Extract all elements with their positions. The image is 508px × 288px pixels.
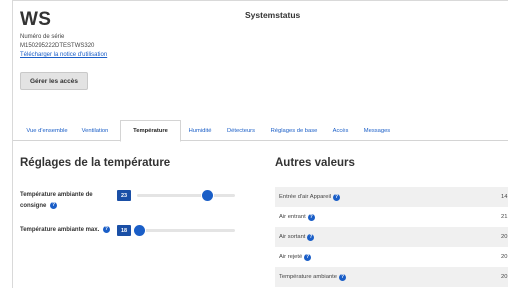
setpoint-label-line2: consigne — [20, 203, 47, 209]
help-icon[interactable]: ? — [307, 233, 315, 241]
row-value: 21 — [501, 214, 508, 220]
other-values-title: Autres valeurs — [275, 157, 355, 169]
manage-access-button[interactable]: Gérer les accès — [20, 72, 88, 90]
help-icon[interactable]: ? — [304, 253, 312, 261]
status-panel: WS Systemstatus Numéro de série M1502952… — [12, 0, 508, 288]
help-icon[interactable]: ? — [50, 201, 58, 209]
temperature-settings-title: Réglages de la température — [20, 157, 171, 169]
row-value: 14 — [501, 194, 508, 200]
serial-number-value: M150295222DTESTWS320 — [20, 43, 95, 49]
page-title: Systemstatus — [245, 10, 301, 20]
row-label: Température ambiante — [279, 274, 337, 280]
serial-number-label: Numéro de série — [20, 34, 65, 40]
row-value: 20 — [501, 274, 508, 280]
row-value: 20 — [501, 234, 508, 240]
max-temp-label: Température ambiante max. ? — [20, 225, 116, 236]
other-value-row: Température ambiante ? 20 — [275, 267, 508, 287]
setpoint-label: Température ambiante de consigne ? — [20, 190, 120, 212]
help-icon[interactable]: ? — [333, 193, 341, 201]
tab-temperature[interactable]: Température — [120, 120, 181, 142]
tab-overview[interactable]: Vue d'ensemble — [19, 120, 75, 141]
setpoint-slider-thumb[interactable] — [202, 190, 214, 201]
other-value-row: Entrée d'air Appareil ? 14 — [275, 187, 508, 207]
tab-access[interactable]: Accès — [328, 120, 353, 141]
row-label: Air sortant — [279, 234, 306, 240]
row-label: Entrée d'air Appareil — [279, 194, 332, 200]
tab-detectors[interactable]: Détecteurs — [222, 120, 260, 141]
other-value-row: Air rejeté ? 20 — [275, 247, 508, 267]
help-icon[interactable]: ? — [102, 225, 110, 233]
setpoint-slider[interactable] — [137, 190, 235, 201]
max-temp-slider-thumb[interactable] — [134, 225, 146, 236]
help-icon[interactable]: ? — [339, 273, 346, 281]
max-temp-value-badge: 18 — [117, 225, 131, 236]
help-icon[interactable]: ? — [307, 213, 315, 221]
download-manual-link[interactable]: Télécharger la notice d'utilisation — [20, 52, 107, 58]
tab-bar: Vue d'ensemble Ventilation Température H… — [13, 120, 508, 142]
row-label: Air entrant — [279, 214, 306, 220]
tab-basic-settings[interactable]: Réglages de base — [264, 120, 324, 141]
max-temp-label-text: Température ambiante max. — [20, 227, 100, 233]
setpoint-value-badge: 23 — [117, 190, 131, 201]
max-temp-slider[interactable] — [134, 225, 235, 236]
row-label: Air rejeté — [279, 254, 303, 260]
tab-messages[interactable]: Messages — [358, 120, 396, 141]
setpoint-label-line1: Température ambiante de — [20, 192, 93, 198]
tab-humidity[interactable]: Humidité — [183, 120, 217, 141]
tab-ventilation[interactable]: Ventilation — [76, 120, 114, 141]
device-name: WS — [20, 9, 52, 30]
other-value-row: Air entrant ? 21 — [275, 207, 508, 227]
other-value-row: Air sortant ? 20 — [275, 227, 508, 247]
row-value: 20 — [501, 254, 508, 260]
